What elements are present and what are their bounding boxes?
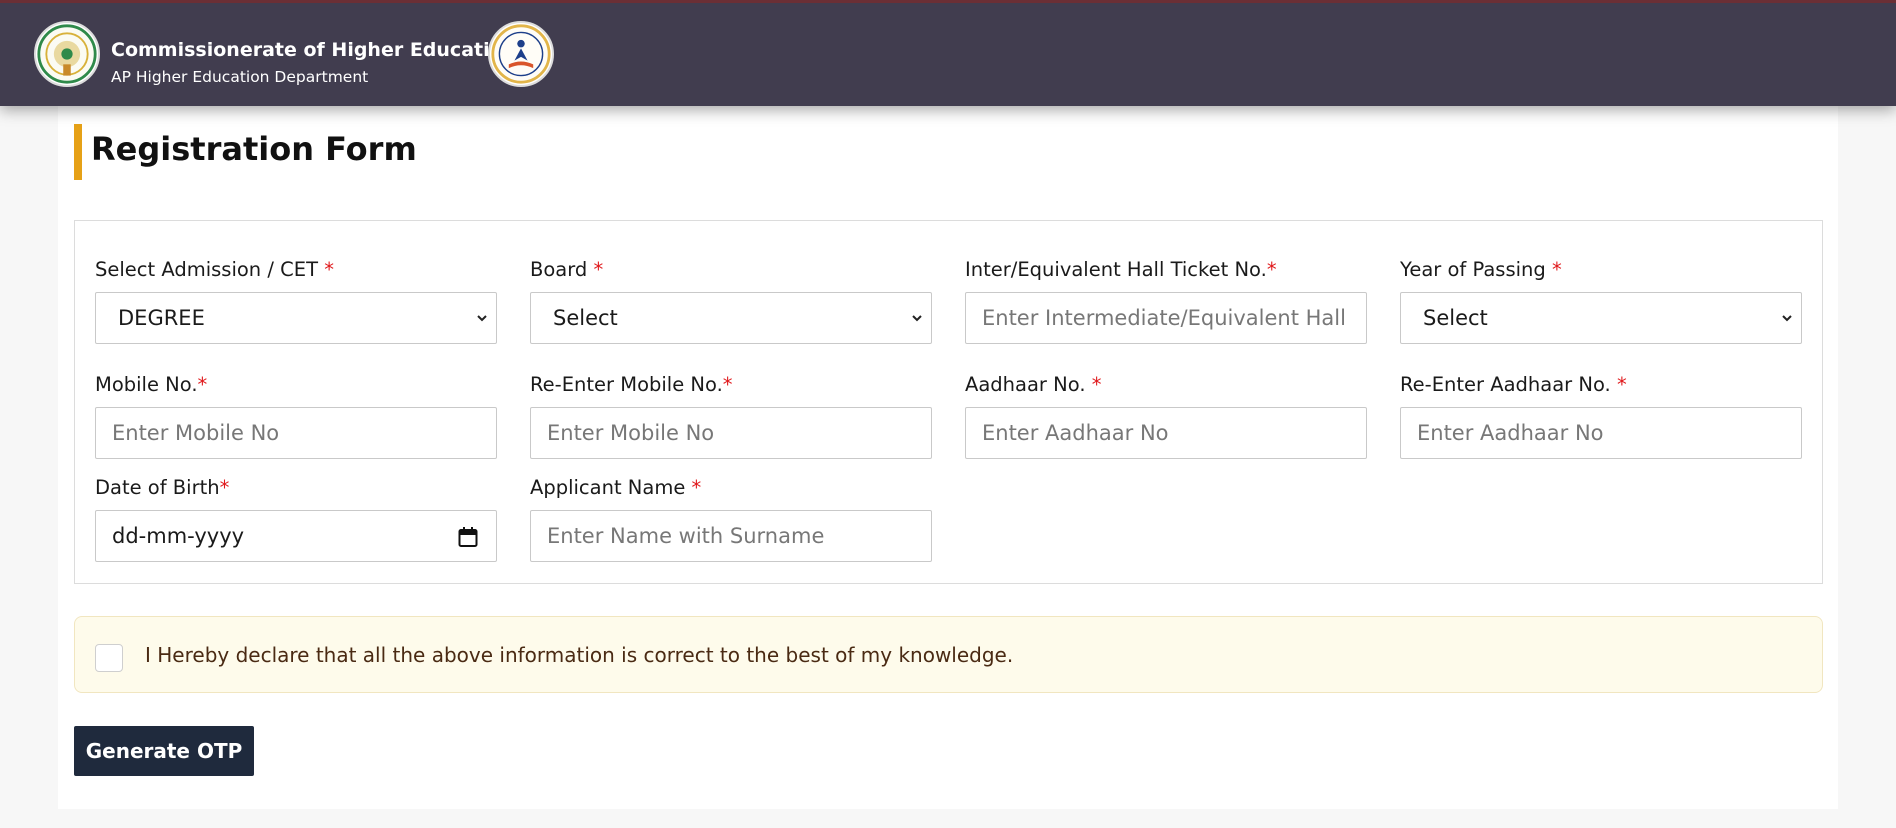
declaration-box: I Hereby declare that all the above info…	[74, 616, 1823, 693]
board-select[interactable]: Select	[530, 292, 932, 344]
generate-otp-button[interactable]: Generate OTP	[74, 726, 254, 776]
chevron-down-icon	[1782, 315, 1792, 322]
admission-select[interactable]: DEGREE	[95, 292, 497, 344]
admission-label: Select Admission / CET *	[95, 258, 334, 281]
department-logo-icon	[488, 21, 554, 87]
mobile-input[interactable]: Enter Mobile No	[95, 407, 497, 459]
site-subtitle: AP Higher Education Department	[111, 68, 369, 86]
aadhaar-label: Aadhaar No. *	[965, 373, 1102, 396]
re-mobile-label: Re-Enter Mobile No.*	[530, 373, 733, 396]
year-of-passing-select[interactable]: Select	[1400, 292, 1802, 344]
declaration-text: I Hereby declare that all the above info…	[145, 643, 1014, 667]
applicant-name-input[interactable]: Enter Name with Surname	[530, 510, 932, 562]
page-title: Registration Form	[91, 130, 417, 168]
heading-accent-bar	[74, 124, 82, 180]
hall-ticket-input[interactable]: Enter Intermediate/Equivalent Hall	[965, 292, 1367, 344]
mobile-label: Mobile No.*	[95, 373, 208, 396]
calendar-icon[interactable]	[458, 526, 478, 548]
hall-ticket-label: Inter/Equivalent Hall Ticket No.*	[965, 258, 1277, 281]
ap-government-emblem-icon	[34, 21, 100, 87]
chevron-down-icon	[477, 315, 487, 322]
board-label: Board *	[530, 258, 604, 281]
chevron-down-icon	[912, 315, 922, 322]
re-aadhaar-label: Re-Enter Aadhaar No. *	[1400, 373, 1627, 396]
re-mobile-input[interactable]: Enter Mobile No	[530, 407, 932, 459]
top-header: Commissionerate of Higher Education AP H…	[0, 0, 1896, 106]
aadhaar-input[interactable]: Enter Aadhaar No	[965, 407, 1367, 459]
dob-label: Date of Birth*	[95, 476, 230, 499]
dob-input[interactable]: dd-mm-yyyy	[95, 510, 497, 562]
declaration-checkbox[interactable]	[95, 644, 123, 672]
re-aadhaar-input[interactable]: Enter Aadhaar No	[1400, 407, 1802, 459]
applicant-name-label: Applicant Name *	[530, 476, 702, 499]
year-of-passing-label: Year of Passing *	[1400, 258, 1562, 281]
site-title: Commissionerate of Higher Education	[111, 39, 517, 61]
